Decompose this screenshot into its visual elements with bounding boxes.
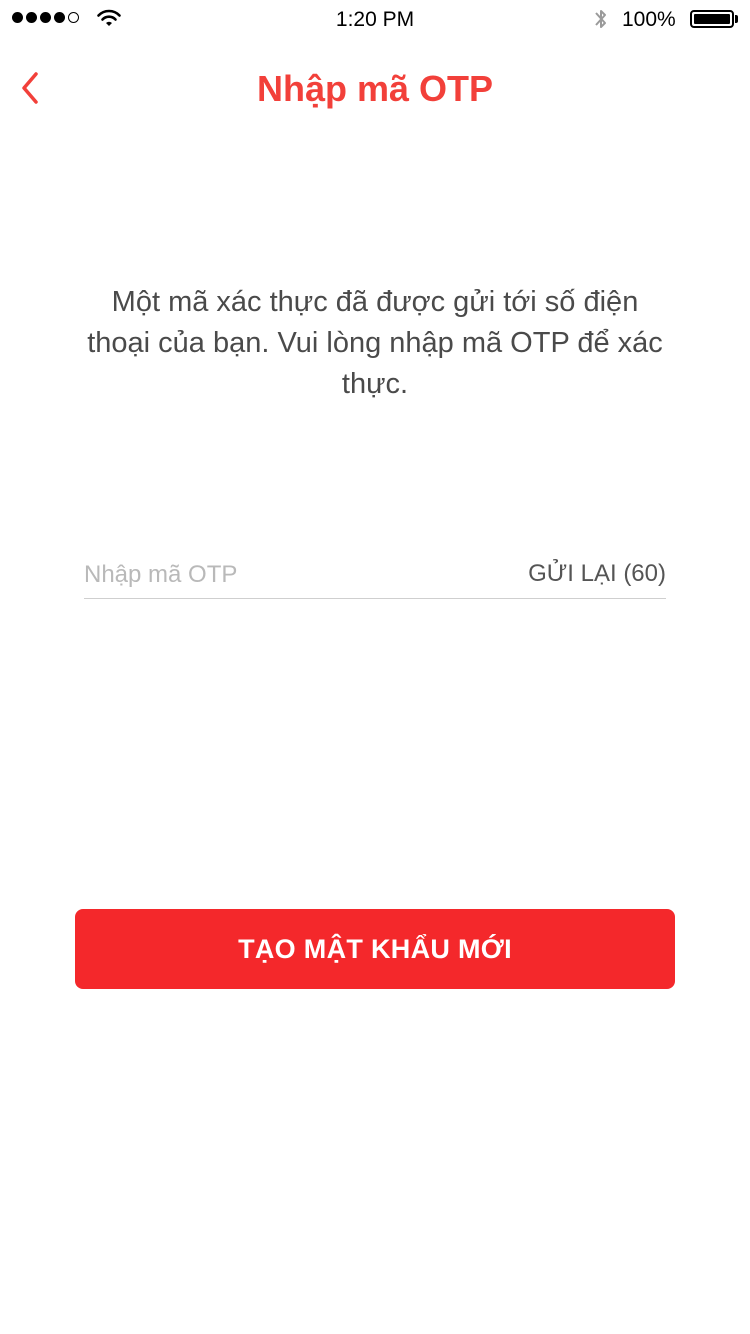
resend-otp-button[interactable]: GỬI LẠI (60) [528, 560, 666, 588]
bluetooth-icon [595, 10, 606, 28]
battery-nub [735, 15, 738, 23]
status-bar: 1:20 PM 100% [0, 0, 750, 40]
otp-input[interactable] [84, 556, 484, 594]
battery-icon [690, 10, 734, 28]
otp-screen: 1:20 PM 100% Nhập mã OTP Một mã xác thực… [0, 0, 750, 1334]
page-title: Nhập mã OTP [256, 68, 494, 109]
create-new-password-button[interactable]: TẠO MẬT KHẨU MỚI [75, 909, 675, 989]
otp-field-row: GỬI LẠI (60) [84, 556, 666, 599]
battery-fill [694, 14, 730, 24]
otp-description: Một mã xác thực đã được gửi tới số điện … [87, 286, 663, 400]
battery-percent: 100% [622, 8, 676, 31]
